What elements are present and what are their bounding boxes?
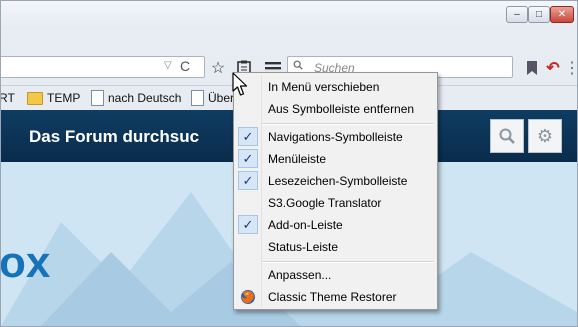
- menu-item-navigation-toolbar[interactable]: ✓ Navigations-Symbolleiste: [234, 126, 437, 148]
- minimize-button[interactable]: ‒: [506, 6, 528, 23]
- checkmark-icon: ✓: [238, 171, 258, 190]
- bookmark-label: Über: [208, 91, 235, 105]
- bookmark-star-icon[interactable]: ☆: [208, 58, 228, 78]
- menu-item-label: Lesezeichen-Symbolleiste: [268, 174, 408, 188]
- menu-item-label: Anpassen...: [268, 268, 332, 282]
- title-bar: ‒ □ ✕: [1, 1, 577, 29]
- checkmark-icon: ✓: [238, 127, 258, 146]
- bookmark-ueber[interactable]: Über: [191, 89, 234, 107]
- menu-item-label: Add-on-Leiste: [268, 218, 343, 232]
- menu-item-s3-google-translator[interactable]: S3.Google Translator: [234, 192, 437, 214]
- folder-icon: [27, 91, 43, 105]
- search-icon: [293, 60, 303, 70]
- checkmark-icon: ✓: [238, 149, 258, 168]
- firefox-icon: [241, 290, 255, 304]
- bookmark-label: nach Deutsch: [108, 91, 182, 105]
- menu-item-label: In Menü verschieben: [268, 80, 380, 94]
- bookmark-label: RT: [0, 91, 15, 105]
- menu-item-label: Classic Theme Restorer: [268, 290, 397, 304]
- search-icon: [499, 128, 515, 144]
- menu-item-addon-bar[interactable]: ✓ Add-on-Leiste: [234, 214, 437, 236]
- menu-item-status-bar[interactable]: Status-Leiste: [234, 236, 437, 258]
- gear-icon: ⚙: [536, 125, 554, 146]
- chevron-down-icon[interactable]: ▽: [164, 60, 172, 71]
- menu-separator: [262, 123, 434, 125]
- bookmark-folder-temp[interactable]: TEMP: [27, 89, 80, 107]
- address-bar[interactable]: ▽ C: [1, 56, 205, 78]
- menu-item-label: Aus Symbolleiste entfernen: [268, 102, 415, 116]
- mouse-cursor-icon: [232, 72, 248, 96]
- settings-button[interactable]: ⚙: [528, 119, 562, 153]
- background-logo-text: ox: [1, 238, 51, 287]
- toolbar-context-menu: In Menü verschieben Aus Symbolleiste ent…: [233, 72, 438, 310]
- menu-item-label: Status-Leiste: [268, 240, 339, 254]
- reload-icon[interactable]: C: [180, 58, 190, 74]
- maximize-button[interactable]: □: [528, 6, 550, 23]
- menu-item-label: Navigations-Symbolleiste: [268, 130, 403, 144]
- checkmark-icon: ✓: [238, 215, 258, 234]
- menu-item-menu-bar[interactable]: ✓ Menüleiste: [234, 148, 437, 170]
- bookmark-item[interactable]: RT: [0, 89, 15, 107]
- bookmarks-menu-icon[interactable]: [522, 58, 542, 78]
- menu-item-classic-theme-restorer[interactable]: Classic Theme Restorer: [234, 286, 437, 308]
- bookmark-label: TEMP: [47, 91, 81, 105]
- menu-separator: [262, 261, 434, 263]
- menu-item-customize[interactable]: Anpassen...: [234, 264, 437, 286]
- bookmark-nach-deutsch[interactable]: nach Deutsch: [91, 89, 181, 107]
- menu-item-move-to-menu[interactable]: In Menü verschieben: [234, 76, 437, 98]
- menu-item-label: Menüleiste: [268, 152, 327, 166]
- browser-window: ‒ □ ✕ ▽ C ☆ Suchen ↶ ⋮ RT TEMP nach Deut…: [0, 0, 578, 327]
- overflow-icon[interactable]: ⋮: [562, 58, 577, 78]
- page-title: Das Forum durchsuc: [29, 127, 200, 146]
- menu-item-label: S3.Google Translator: [268, 196, 382, 210]
- undo-icon[interactable]: ↶: [543, 58, 563, 78]
- page-icon: [191, 90, 204, 106]
- close-button[interactable]: ✕: [550, 6, 574, 23]
- menu-item-bookmarks-toolbar[interactable]: ✓ Lesezeichen-Symbolleiste: [234, 170, 437, 192]
- search-button[interactable]: [490, 119, 524, 153]
- page-icon: [91, 90, 104, 106]
- menu-item-remove-from-toolbar[interactable]: Aus Symbolleiste entfernen: [234, 98, 437, 120]
